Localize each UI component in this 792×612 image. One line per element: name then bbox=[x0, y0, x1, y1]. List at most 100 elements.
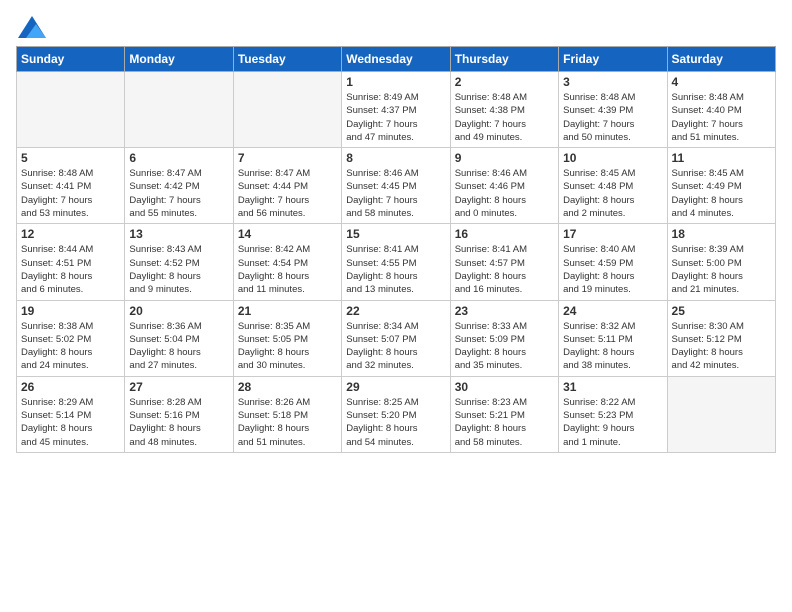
day-number: 5 bbox=[21, 151, 120, 165]
day-number: 22 bbox=[346, 304, 445, 318]
calendar-cell: 22 Sunrise: 8:34 AM Sunset: 5:07 PM Dayli… bbox=[342, 300, 450, 376]
day-number: 9 bbox=[455, 151, 554, 165]
day-number: 8 bbox=[346, 151, 445, 165]
day-info: Sunrise: 8:42 AM Sunset: 4:54 PM Dayligh… bbox=[238, 243, 337, 296]
day-info: Sunrise: 8:29 AM Sunset: 5:14 PM Dayligh… bbox=[21, 396, 120, 449]
day-number: 14 bbox=[238, 227, 337, 241]
page: SundayMondayTuesdayWednesdayThursdayFrid… bbox=[0, 0, 792, 469]
day-info: Sunrise: 8:43 AM Sunset: 4:52 PM Dayligh… bbox=[129, 243, 228, 296]
day-info: Sunrise: 8:44 AM Sunset: 4:51 PM Dayligh… bbox=[21, 243, 120, 296]
day-info: Sunrise: 8:45 AM Sunset: 4:48 PM Dayligh… bbox=[563, 167, 662, 220]
day-number: 24 bbox=[563, 304, 662, 318]
calendar-cell: 3Sunrise: 8:48 AM Sunset: 4:39 PM Daylig… bbox=[559, 72, 667, 148]
day-number: 1 bbox=[346, 75, 445, 89]
day-number: 2 bbox=[455, 75, 554, 89]
calendar-cell: 5Sunrise: 8:48 AM Sunset: 4:41 PM Daylig… bbox=[17, 148, 125, 224]
day-number: 13 bbox=[129, 227, 228, 241]
calendar-cell: 9Sunrise: 8:46 AM Sunset: 4:46 PM Daylig… bbox=[450, 148, 558, 224]
calendar-cell: 4Sunrise: 8:48 AM Sunset: 4:40 PM Daylig… bbox=[667, 72, 775, 148]
day-info: Sunrise: 8:38 AM Sunset: 5:02 PM Dayligh… bbox=[21, 320, 120, 373]
day-info: Sunrise: 8:30 AM Sunset: 5:12 PM Dayligh… bbox=[672, 320, 771, 373]
day-info: Sunrise: 8:39 AM Sunset: 5:00 PM Dayligh… bbox=[672, 243, 771, 296]
calendar-week-row: 12Sunrise: 8:44 AM Sunset: 4:51 PM Dayli… bbox=[17, 224, 776, 300]
calendar-week-row: 19 Sunrise: 8:38 AM Sunset: 5:02 PM Dayli… bbox=[17, 300, 776, 376]
calendar-cell: 1 Sunrise: 8:49 AM Sunset: 4:37 PM Daylig… bbox=[342, 72, 450, 148]
calendar-week-row: 26Sunrise: 8:29 AM Sunset: 5:14 PM Dayli… bbox=[17, 376, 776, 452]
calendar-cell: 18 Sunrise: 8:39 AM Sunset: 5:00 PM Dayli… bbox=[667, 224, 775, 300]
calendar-cell bbox=[17, 72, 125, 148]
day-info: Sunrise: 8:48 AM Sunset: 4:39 PM Dayligh… bbox=[563, 91, 662, 144]
calendar-cell: 8Sunrise: 8:46 AM Sunset: 4:45 PM Daylig… bbox=[342, 148, 450, 224]
logo bbox=[16, 16, 46, 38]
calendar-cell: 2 Sunrise: 8:48 AM Sunset: 4:38 PM Daylig… bbox=[450, 72, 558, 148]
day-number: 20 bbox=[129, 304, 228, 318]
calendar-cell: 15Sunrise: 8:41 AM Sunset: 4:55 PM Dayli… bbox=[342, 224, 450, 300]
calendar-cell: 23 Sunrise: 8:33 AM Sunset: 5:09 PM Dayli… bbox=[450, 300, 558, 376]
calendar-table: SundayMondayTuesdayWednesdayThursdayFrid… bbox=[16, 46, 776, 453]
day-number: 7 bbox=[238, 151, 337, 165]
calendar-cell bbox=[667, 376, 775, 452]
calendar-cell: 26Sunrise: 8:29 AM Sunset: 5:14 PM Dayli… bbox=[17, 376, 125, 452]
calendar-cell: 30 Sunrise: 8:23 AM Sunset: 5:21 PM Dayli… bbox=[450, 376, 558, 452]
day-info: Sunrise: 8:48 AM Sunset: 4:40 PM Dayligh… bbox=[672, 91, 771, 144]
day-number: 25 bbox=[672, 304, 771, 318]
day-number: 23 bbox=[455, 304, 554, 318]
day-info: Sunrise: 8:28 AM Sunset: 5:16 PM Dayligh… bbox=[129, 396, 228, 449]
day-info: Sunrise: 8:48 AM Sunset: 4:38 PM Dayligh… bbox=[455, 91, 554, 144]
calendar-cell: 16 Sunrise: 8:41 AM Sunset: 4:57 PM Dayli… bbox=[450, 224, 558, 300]
calendar-cell: 7 Sunrise: 8:47 AM Sunset: 4:44 PM Daylig… bbox=[233, 148, 341, 224]
day-info: Sunrise: 8:36 AM Sunset: 5:04 PM Dayligh… bbox=[129, 320, 228, 373]
logo-icon bbox=[18, 16, 46, 38]
day-number: 28 bbox=[238, 380, 337, 394]
day-info: Sunrise: 8:23 AM Sunset: 5:21 PM Dayligh… bbox=[455, 396, 554, 449]
calendar-cell: 17Sunrise: 8:40 AM Sunset: 4:59 PM Dayli… bbox=[559, 224, 667, 300]
header bbox=[16, 16, 776, 38]
day-number: 15 bbox=[346, 227, 445, 241]
calendar-cell: 12Sunrise: 8:44 AM Sunset: 4:51 PM Dayli… bbox=[17, 224, 125, 300]
weekday-header-friday: Friday bbox=[559, 47, 667, 72]
weekday-header-tuesday: Tuesday bbox=[233, 47, 341, 72]
weekday-header-saturday: Saturday bbox=[667, 47, 775, 72]
weekday-header-row: SundayMondayTuesdayWednesdayThursdayFrid… bbox=[17, 47, 776, 72]
calendar-cell bbox=[125, 72, 233, 148]
day-number: 11 bbox=[672, 151, 771, 165]
day-number: 31 bbox=[563, 380, 662, 394]
calendar-cell: 21 Sunrise: 8:35 AM Sunset: 5:05 PM Dayli… bbox=[233, 300, 341, 376]
weekday-header-sunday: Sunday bbox=[17, 47, 125, 72]
day-number: 6 bbox=[129, 151, 228, 165]
weekday-header-monday: Monday bbox=[125, 47, 233, 72]
day-number: 27 bbox=[129, 380, 228, 394]
day-number: 19 bbox=[21, 304, 120, 318]
calendar-cell: 13 Sunrise: 8:43 AM Sunset: 4:52 PM Dayli… bbox=[125, 224, 233, 300]
day-info: Sunrise: 8:33 AM Sunset: 5:09 PM Dayligh… bbox=[455, 320, 554, 373]
calendar-cell: 27 Sunrise: 8:28 AM Sunset: 5:16 PM Dayli… bbox=[125, 376, 233, 452]
day-number: 18 bbox=[672, 227, 771, 241]
day-info: Sunrise: 8:47 AM Sunset: 4:42 PM Dayligh… bbox=[129, 167, 228, 220]
day-info: Sunrise: 8:47 AM Sunset: 4:44 PM Dayligh… bbox=[238, 167, 337, 220]
day-number: 17 bbox=[563, 227, 662, 241]
calendar-week-row: 5Sunrise: 8:48 AM Sunset: 4:41 PM Daylig… bbox=[17, 148, 776, 224]
day-info: Sunrise: 8:34 AM Sunset: 5:07 PM Dayligh… bbox=[346, 320, 445, 373]
day-info: Sunrise: 8:49 AM Sunset: 4:37 PM Dayligh… bbox=[346, 91, 445, 144]
day-info: Sunrise: 8:26 AM Sunset: 5:18 PM Dayligh… bbox=[238, 396, 337, 449]
calendar-cell: 20 Sunrise: 8:36 AM Sunset: 5:04 PM Dayli… bbox=[125, 300, 233, 376]
day-info: Sunrise: 8:22 AM Sunset: 5:23 PM Dayligh… bbox=[563, 396, 662, 449]
calendar-cell: 11Sunrise: 8:45 AM Sunset: 4:49 PM Dayli… bbox=[667, 148, 775, 224]
calendar-cell: 28 Sunrise: 8:26 AM Sunset: 5:18 PM Dayli… bbox=[233, 376, 341, 452]
calendar-cell: 19 Sunrise: 8:38 AM Sunset: 5:02 PM Dayli… bbox=[17, 300, 125, 376]
weekday-header-wednesday: Wednesday bbox=[342, 47, 450, 72]
calendar-cell bbox=[233, 72, 341, 148]
day-info: Sunrise: 8:35 AM Sunset: 5:05 PM Dayligh… bbox=[238, 320, 337, 373]
day-number: 16 bbox=[455, 227, 554, 241]
calendar-cell: 10Sunrise: 8:45 AM Sunset: 4:48 PM Dayli… bbox=[559, 148, 667, 224]
day-number: 21 bbox=[238, 304, 337, 318]
calendar-cell: 25 Sunrise: 8:30 AM Sunset: 5:12 PM Dayli… bbox=[667, 300, 775, 376]
calendar-cell: 31 Sunrise: 8:22 AM Sunset: 5:23 PM Dayli… bbox=[559, 376, 667, 452]
day-info: Sunrise: 8:25 AM Sunset: 5:20 PM Dayligh… bbox=[346, 396, 445, 449]
day-number: 30 bbox=[455, 380, 554, 394]
weekday-header-thursday: Thursday bbox=[450, 47, 558, 72]
day-info: Sunrise: 8:41 AM Sunset: 4:57 PM Dayligh… bbox=[455, 243, 554, 296]
day-number: 29 bbox=[346, 380, 445, 394]
calendar-cell: 14 Sunrise: 8:42 AM Sunset: 4:54 PM Dayli… bbox=[233, 224, 341, 300]
day-info: Sunrise: 8:32 AM Sunset: 5:11 PM Dayligh… bbox=[563, 320, 662, 373]
